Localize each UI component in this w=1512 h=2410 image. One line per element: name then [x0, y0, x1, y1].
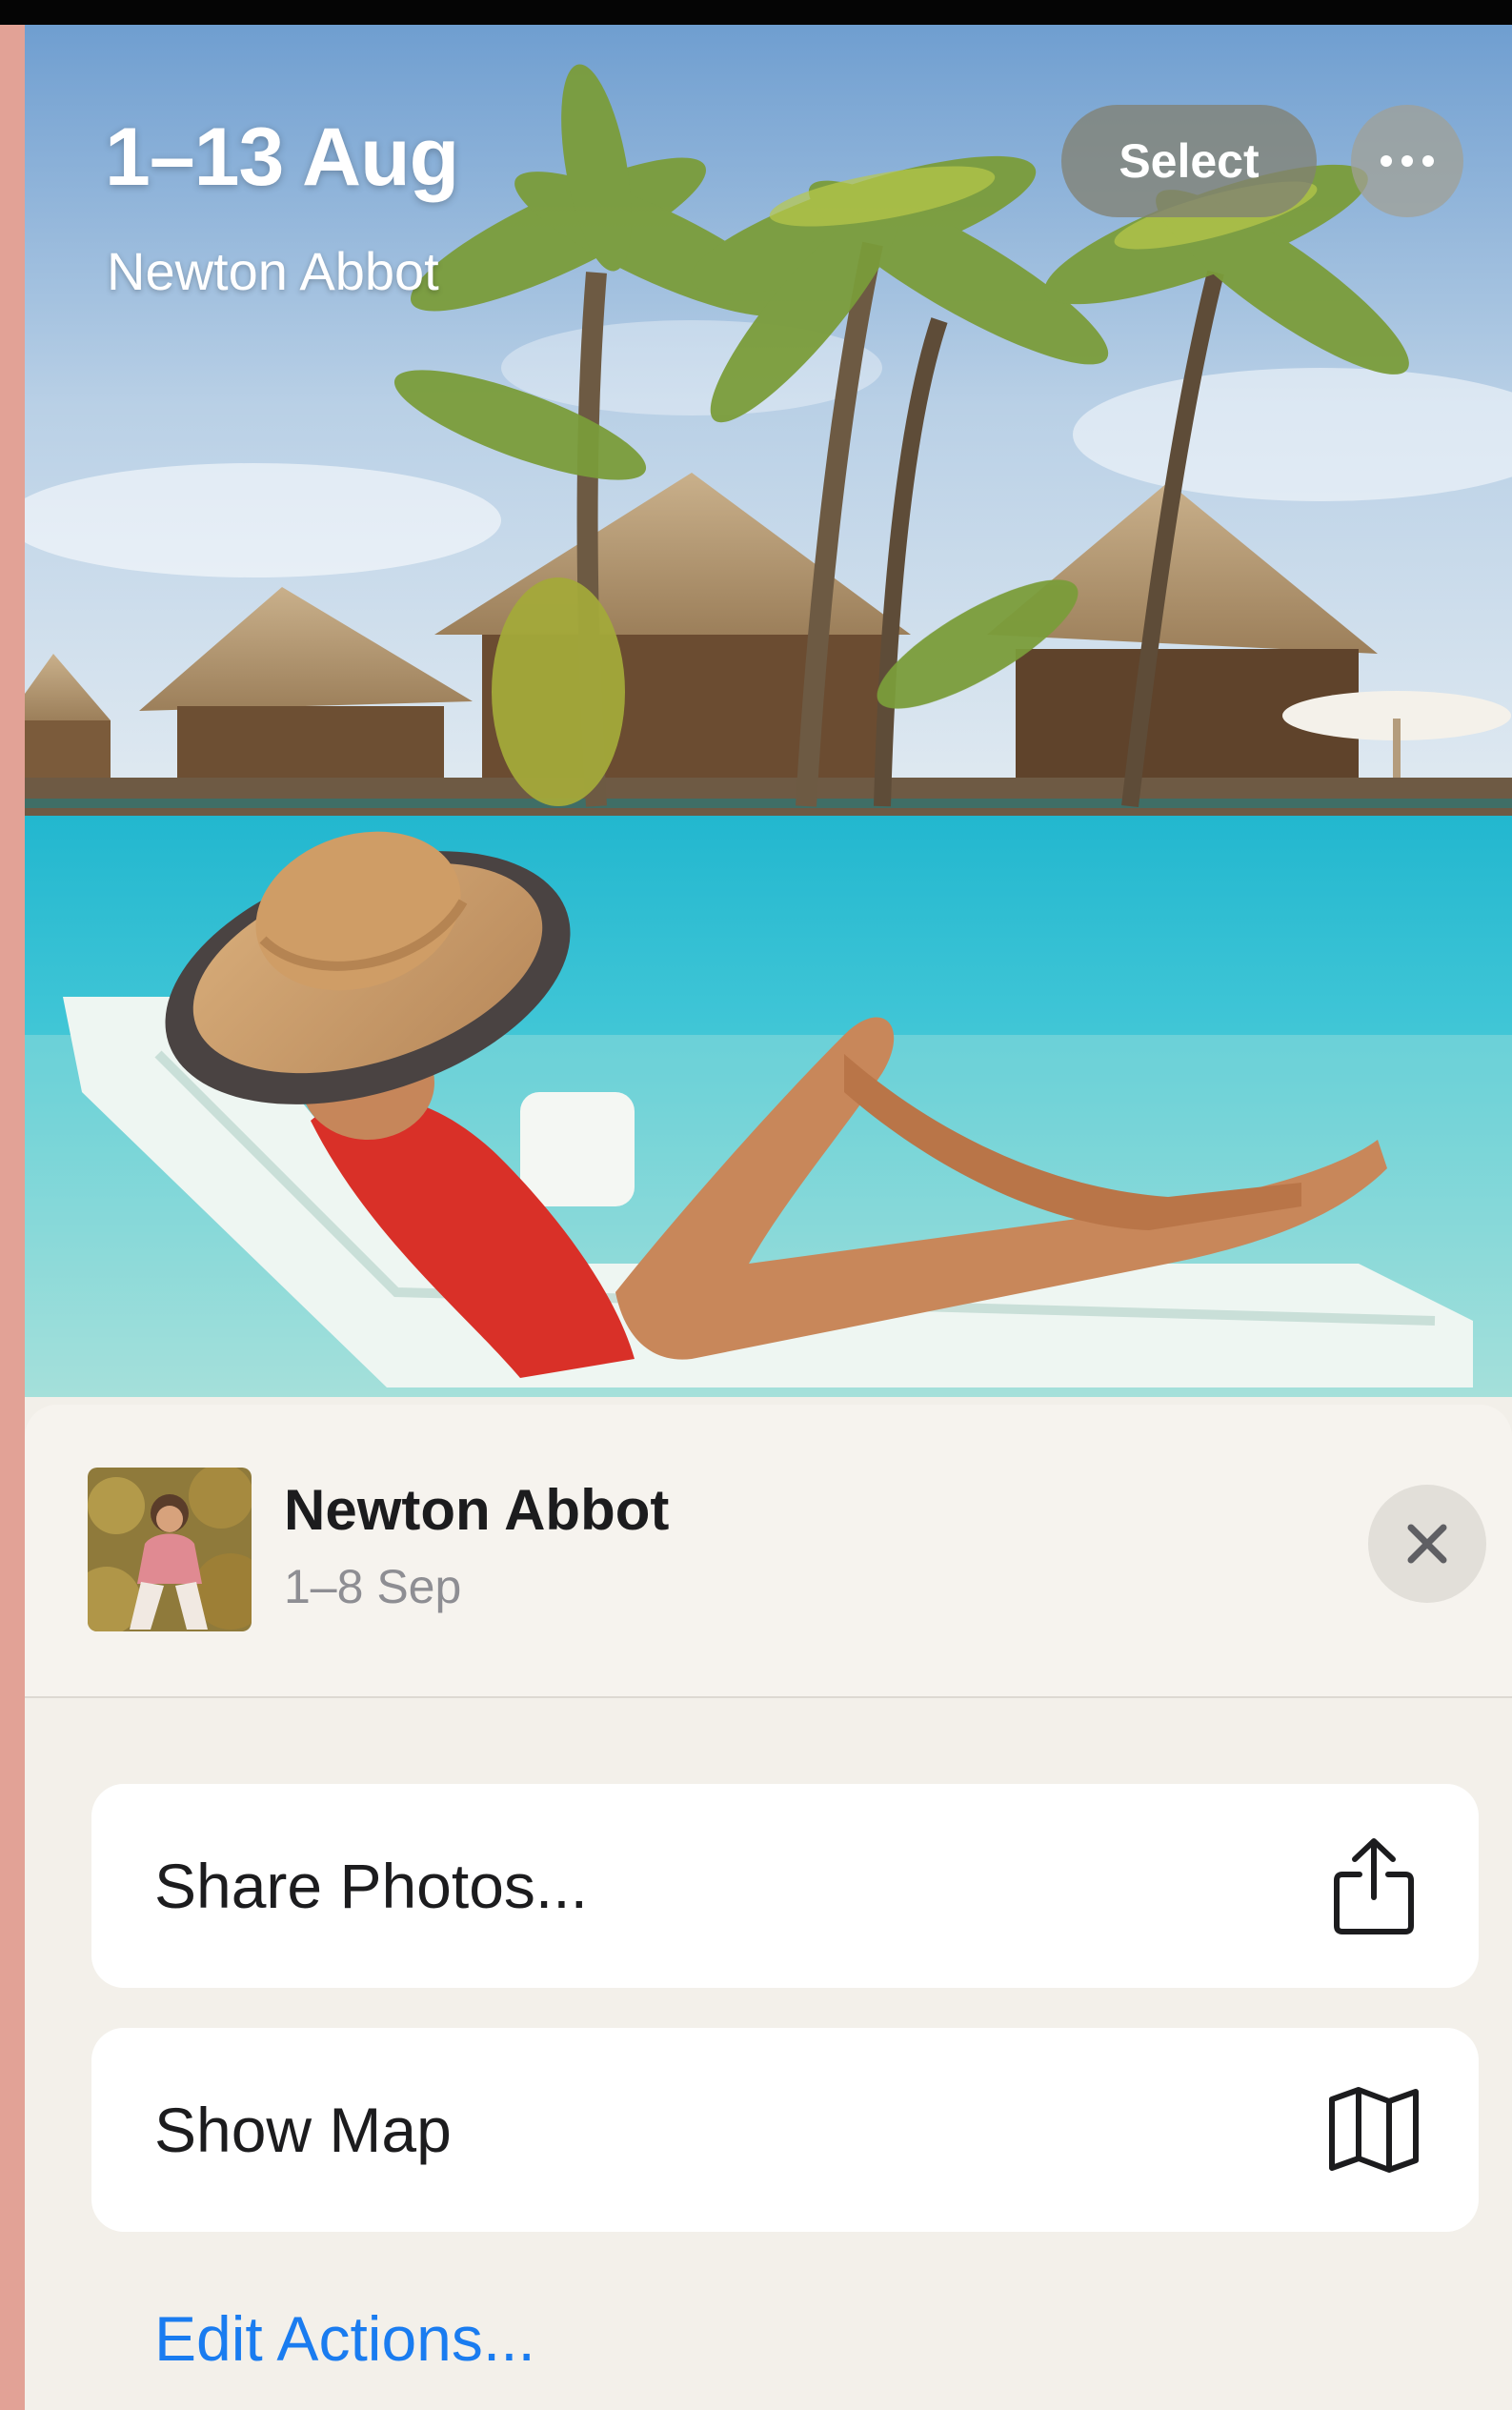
memory-photo[interactable]: 1–13 Aug Newton Abbot Select [25, 25, 1512, 1397]
more-dot-icon [1422, 155, 1434, 167]
photos-screen: 1–13 Aug Newton Abbot Select Newton Abbo… [25, 25, 1512, 2410]
select-button[interactable]: Select [1061, 105, 1317, 217]
map-icon [1326, 2077, 1421, 2182]
share-photos-action[interactable]: Share Photos... [91, 1784, 1479, 1988]
left-edge [0, 0, 25, 2410]
memory-thumbnail [88, 1468, 252, 1631]
share-photos-label: Share Photos... [154, 1851, 588, 1921]
show-map-label: Show Map [154, 2095, 452, 2165]
show-map-action[interactable]: Show Map [91, 2028, 1479, 2232]
memory-action-sheet: Newton Abbot 1–8 Sep Share Photos... Sho… [25, 1405, 1512, 2410]
edit-actions-link[interactable]: Edit Actions... [154, 2302, 535, 2375]
more-dot-icon [1381, 155, 1392, 167]
resort-pool-photo [25, 25, 1512, 1397]
share-icon [1326, 1833, 1421, 1938]
top-bar [0, 0, 1512, 25]
more-options-button[interactable] [1351, 105, 1463, 217]
more-dot-icon [1401, 155, 1413, 167]
memory-date-range: 1–13 Aug [105, 111, 459, 203]
close-button[interactable] [1368, 1485, 1486, 1603]
app-frame: 1–13 Aug Newton Abbot Select Newton Abbo… [0, 0, 1512, 2410]
sheet-header: Newton Abbot 1–8 Sep [25, 1405, 1512, 1698]
close-icon [1407, 1524, 1447, 1564]
sheet-date: 1–8 Sep [284, 1560, 462, 1613]
memory-location: Newton Abbot [107, 241, 439, 301]
sheet-title: Newton Abbot [284, 1478, 670, 1542]
